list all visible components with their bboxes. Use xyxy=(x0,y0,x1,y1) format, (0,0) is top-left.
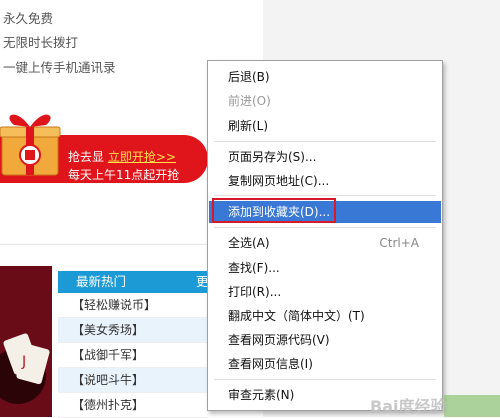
menu-item-find[interactable]: 查找(F)... xyxy=(209,257,441,279)
menu-item-print[interactable]: 打印(R)... xyxy=(209,281,441,303)
svg-text:J: J xyxy=(21,354,26,370)
menu-item-view-source[interactable]: 查看网页源代码(V) xyxy=(209,329,441,351)
hot-item-douniu[interactable]: 【说吧斗牛】 xyxy=(58,368,208,393)
menu-item-copy-url[interactable]: 复制网页地址(C)... xyxy=(209,170,441,192)
hot-item-beauty-show[interactable]: 【美女秀场】 xyxy=(58,318,208,343)
hot-item-texas-poker[interactable]: 【德州扑克】 xyxy=(58,393,208,418)
promo-line-free: 永久免费 xyxy=(3,11,54,26)
menu-item-translate[interactable]: 翻成中文（简体中文）(T) xyxy=(209,305,441,327)
grab-now-link[interactable]: 立即开抢>> xyxy=(108,150,176,164)
menu-item-page-info[interactable]: 查看网页信息(I) xyxy=(209,353,441,375)
menu-separator xyxy=(214,141,436,142)
menu-separator xyxy=(214,227,436,228)
hot-list: 【轻松赚说币】 【美女秀场】 【战御千军】 【说吧斗牛】 【德州扑克】 xyxy=(58,293,208,418)
hot-list-header: 最新热门 xyxy=(58,271,218,293)
playing-cards-icon: J xyxy=(0,266,52,417)
menu-item-refresh[interactable]: 刷新(L) xyxy=(209,115,441,137)
promo-line-upload: 一键上传手机通讯录 xyxy=(3,60,116,75)
context-menu: 后退(B) 前进(O) 刷新(L) 页面另存为(S)... 复制网页地址(C).… xyxy=(207,60,443,411)
hot-item-easy-earn[interactable]: 【轻松赚说币】 xyxy=(58,293,208,318)
menu-item-select-all[interactable]: 全选(A) Ctrl+A xyxy=(209,232,441,254)
menu-separator xyxy=(214,195,436,196)
menu-item-save-as[interactable]: 页面另存为(S)... xyxy=(209,146,441,168)
select-all-shortcut: Ctrl+A xyxy=(379,236,419,250)
menu-item-back[interactable]: 后退(B) xyxy=(209,66,441,88)
gift-box-icon xyxy=(0,114,61,176)
baidu-jingyan-watermark: Bai度经验 xyxy=(370,397,447,416)
game-thumbnail[interactable]: J xyxy=(0,266,52,417)
banner-line-1: 抢去显 立即开抢>> xyxy=(68,148,176,165)
promo-line-unlimited: 无限时长拨打 xyxy=(3,35,79,50)
highlight-callout-box xyxy=(212,198,336,223)
banner-prefix: 抢去显 xyxy=(68,150,105,164)
banner-line-2: 每天上午11点起开抢 xyxy=(68,168,180,182)
hot-item-war[interactable]: 【战御千军】 xyxy=(58,343,208,368)
menu-separator xyxy=(214,379,436,380)
menu-item-select-all-label: 全选(A) xyxy=(228,236,270,250)
menu-item-forward[interactable]: 前进(O) xyxy=(209,90,441,112)
